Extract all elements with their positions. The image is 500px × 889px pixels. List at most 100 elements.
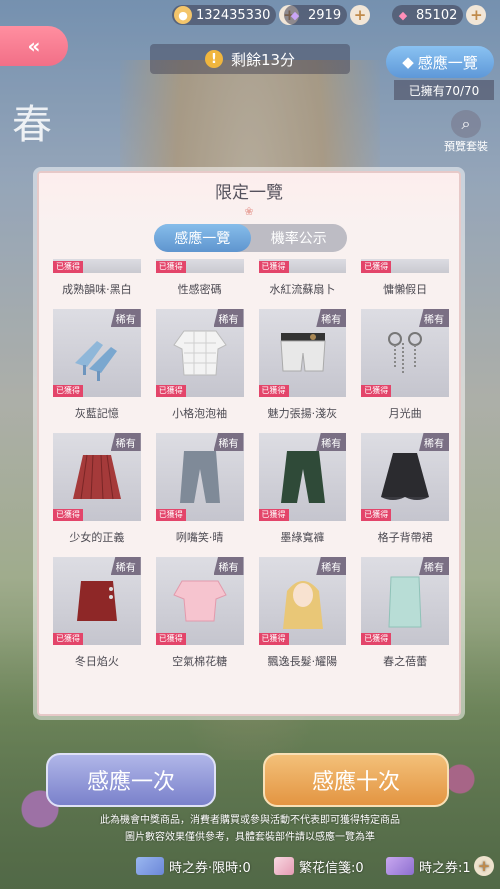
shorts-icon bbox=[279, 333, 326, 372]
obtained-tag: 已獲得 bbox=[155, 385, 186, 397]
item-grid[interactable]: 已獲得 已獲得 已獲得 已獲得 成熟韻味·黑白 性感密碼 水紅流蘇扇卜 慵懶假日… bbox=[53, 259, 449, 707]
rare-tag: 稀有 bbox=[110, 433, 141, 451]
obtained-tag: 已獲得 bbox=[53, 261, 83, 273]
add-ticket-button[interactable]: + bbox=[474, 856, 494, 876]
item-name: 墨綠寬褲 bbox=[280, 531, 325, 544]
induct-list-button[interactable]: ◆ 感應一覽 bbox=[386, 46, 494, 78]
rare-tag: 稀有 bbox=[316, 557, 347, 575]
induct-once-button[interactable]: 感應一次 bbox=[46, 753, 216, 807]
item-card[interactable]: 稀有 已獲得 bbox=[53, 309, 141, 397]
item-name: 少女的正義 bbox=[69, 531, 125, 544]
add-pink-diamond-button[interactable]: + bbox=[466, 5, 487, 25]
ticket-label: 繁花信箋:0 bbox=[299, 860, 364, 876]
item-name: 灰藍記憶 bbox=[74, 407, 119, 420]
item-card[interactable]: 稀有 已獲得 bbox=[361, 309, 449, 397]
item-name: 飄逸長髮·耀陽 bbox=[267, 655, 338, 668]
name-row: 成熟韻味·黑白 性感密碼 水紅流蘇扇卜 慵懶假日 bbox=[53, 281, 449, 301]
item-card[interactable]: 已獲得 bbox=[53, 259, 141, 273]
item-card[interactable]: 稀有 已獲得 bbox=[361, 433, 449, 521]
remaining-timer: ! 剩餘13分 bbox=[150, 44, 350, 74]
ticket-label: 時之券:1 bbox=[419, 860, 471, 876]
mint-skirt-icon bbox=[388, 576, 422, 628]
add-diamond-button[interactable]: + bbox=[350, 5, 371, 25]
green-pants-icon bbox=[280, 451, 325, 503]
ticket-icon bbox=[386, 857, 414, 875]
induct-ten-button[interactable]: 感應十次 bbox=[263, 753, 449, 807]
red-skirt-icon bbox=[77, 581, 117, 621]
diamond-amount: 2919 bbox=[308, 7, 342, 23]
tab-induct-list[interactable]: 感應一覽 bbox=[154, 224, 251, 252]
modal-title: 限定一覽 bbox=[215, 183, 283, 203]
alert-icon: ! bbox=[204, 50, 223, 68]
ticket-icon bbox=[136, 857, 164, 875]
ticket-time: 時之券:1 bbox=[386, 857, 471, 876]
currency-diamond: ◆ 2919 + bbox=[284, 4, 371, 26]
preview-label: 預覽套裝 bbox=[444, 140, 488, 153]
rare-tag: 稀有 bbox=[213, 309, 244, 327]
item-name: 水紅流蘇扇卜 bbox=[269, 283, 336, 296]
item-card[interactable]: 稀有 已獲得 bbox=[155, 557, 244, 645]
induct-list-label: 感應一覽 bbox=[417, 53, 478, 72]
item-name: 慵懶假日 bbox=[383, 283, 428, 296]
item-name: 成熟韻味·黑白 bbox=[62, 283, 132, 296]
item-card[interactable]: 已獲得 bbox=[155, 259, 244, 273]
rare-tag: 稀有 bbox=[419, 309, 449, 327]
item-card[interactable]: 稀有 已獲得 bbox=[258, 433, 347, 521]
item-card[interactable]: 稀有 已獲得 bbox=[53, 433, 141, 521]
ticket-flower: 繁花信箋:0 bbox=[274, 857, 364, 876]
ticket-bar: 時之券·限時:0 繁花信箋:0 時之券:1 + bbox=[0, 851, 500, 881]
tab-probability[interactable]: 機率公示 bbox=[251, 224, 348, 252]
obtained-tag: 已獲得 bbox=[258, 509, 289, 521]
rare-tag: 稀有 bbox=[110, 557, 141, 575]
rare-tag: 稀有 bbox=[419, 557, 449, 575]
high-heels-icon bbox=[75, 341, 117, 381]
item-card[interactable]: 稀有 已獲得 bbox=[258, 557, 347, 645]
jeans-icon bbox=[179, 451, 220, 503]
obtained-tag: 已獲得 bbox=[155, 633, 186, 645]
currency-pink-diamond: ◆ 85102 + bbox=[392, 4, 487, 26]
preview-suit-button[interactable]: ⌕ 預覽套裝 bbox=[440, 110, 492, 154]
rare-tag: 稀有 bbox=[316, 309, 347, 327]
obtained-tag: 已獲得 bbox=[361, 261, 392, 273]
item-card[interactable]: 稀有 已獲得 bbox=[361, 557, 449, 645]
obtained-tag: 已獲得 bbox=[361, 509, 392, 521]
item-card[interactable]: 稀有 已獲得 bbox=[155, 309, 244, 397]
item-name: 魅力張揚·淺灰 bbox=[267, 407, 338, 420]
item-card[interactable]: 已獲得 bbox=[361, 259, 449, 273]
obtained-tag: 已獲得 bbox=[53, 385, 83, 397]
item-card[interactable]: 稀有 已獲得 bbox=[258, 309, 347, 397]
diamond-icon: ◆ bbox=[290, 8, 300, 22]
rare-tag: 稀有 bbox=[213, 557, 244, 575]
disclaimer-line: 圖片數容效果僅供參考，具體套裝部件請以感應一覽為準 bbox=[125, 832, 375, 843]
rare-tag: 稀有 bbox=[316, 433, 347, 451]
currency-coins: ●132435330 + bbox=[172, 4, 300, 26]
ticket-label: 時之券·限時:0 bbox=[169, 860, 251, 876]
obtained-tag: 已獲得 bbox=[258, 385, 289, 397]
obtained-tag: 已獲得 bbox=[361, 385, 392, 397]
timer-text: 剩餘13分 bbox=[230, 50, 296, 69]
item-name: 格子背帶裙 bbox=[377, 531, 433, 544]
plaid-blouse-icon bbox=[173, 330, 227, 376]
obtained-tag: 已獲得 bbox=[258, 261, 289, 273]
item-row: 稀有 已獲得 稀有 已獲得 稀有 已獲得 稀有 已獲得 bbox=[53, 557, 449, 645]
rare-tag: 稀有 bbox=[419, 433, 449, 451]
item-name: 小格泡泡袖 bbox=[172, 407, 228, 420]
item-card[interactable]: 已獲得 bbox=[258, 259, 347, 273]
letter-icon bbox=[274, 857, 294, 875]
item-name: 春之蓓蕾 bbox=[383, 655, 428, 668]
obtained-tag: 已獲得 bbox=[155, 509, 186, 521]
item-name: 月光曲 bbox=[388, 407, 422, 420]
obtained-tag: 已獲得 bbox=[361, 633, 392, 645]
item-row: 稀有 已獲得 稀有 已獲得 稀有 已獲得 稀有 已獲得 bbox=[53, 309, 449, 397]
pink-diamond-amount: 85102 bbox=[416, 7, 458, 23]
banner-title: 春 bbox=[12, 102, 52, 148]
name-row: 冬日焰火 空氣棉花糖 飄逸長髮·耀陽 春之蓓蕾 bbox=[53, 653, 449, 673]
item-name: 性感密碼 bbox=[177, 283, 222, 296]
back-button[interactable]: « bbox=[0, 26, 68, 66]
cat-coin-icon: ● bbox=[174, 6, 192, 24]
item-card[interactable]: 稀有 已獲得 bbox=[53, 557, 141, 645]
obtained-tag: 已獲得 bbox=[258, 633, 289, 645]
obtained-tag: 已獲得 bbox=[53, 509, 83, 521]
item-card[interactable]: 稀有 已獲得 bbox=[155, 433, 244, 521]
name-row: 灰藍記憶 小格泡泡袖 魅力張揚·淺灰 月光曲 bbox=[53, 405, 449, 425]
